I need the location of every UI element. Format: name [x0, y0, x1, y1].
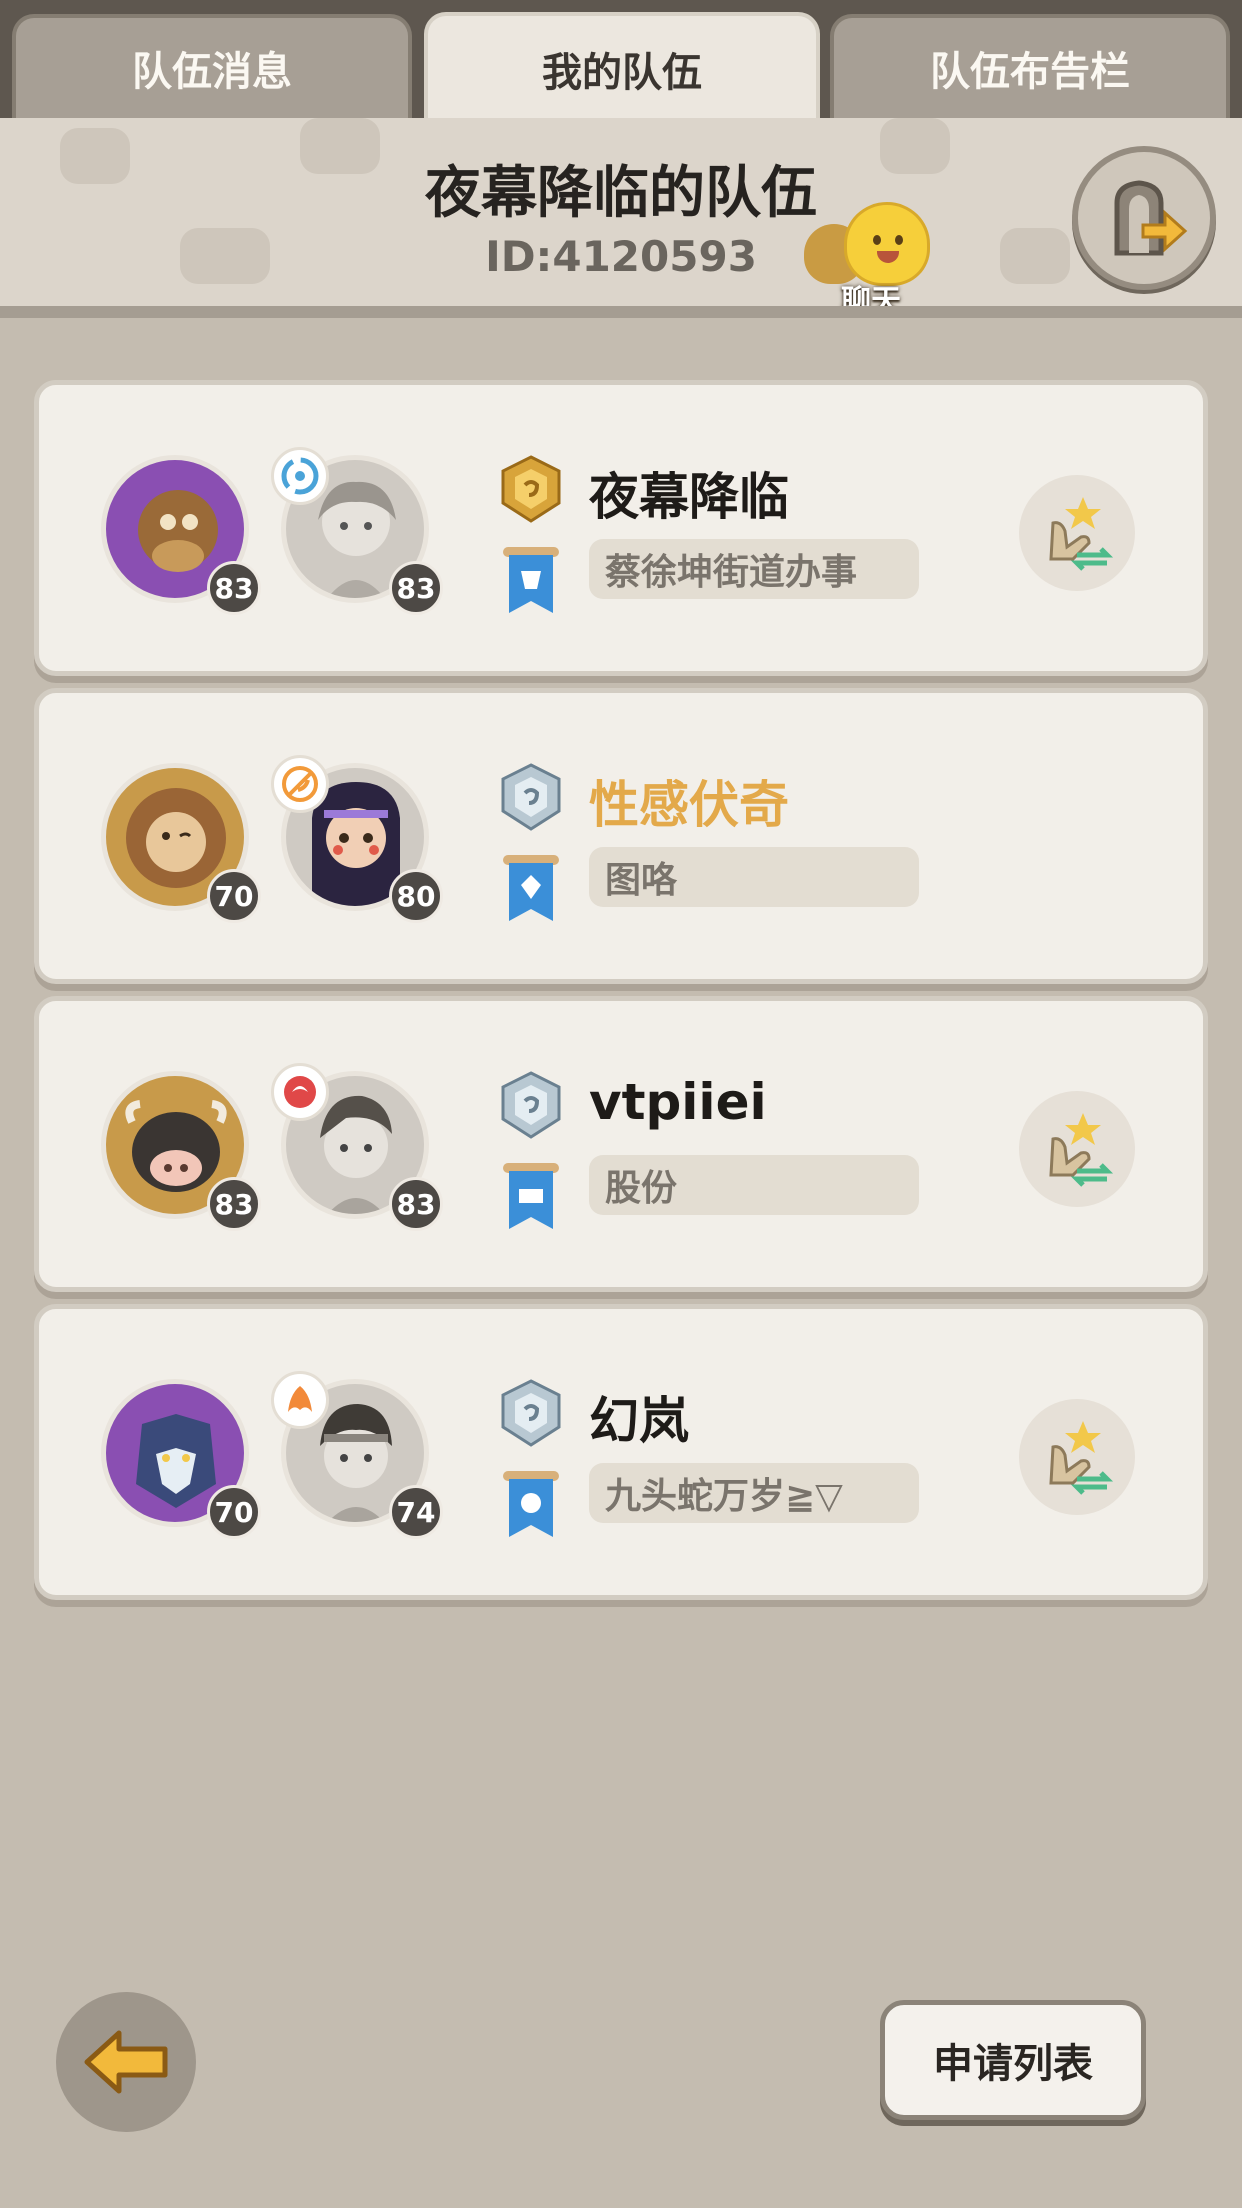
swap-leader-button[interactable]: [1019, 1091, 1135, 1207]
tab-bar: 队伍消息 我的队伍 队伍布告栏: [0, 0, 1242, 122]
pet-level-badge: 70: [207, 869, 261, 923]
member-card: 70 74 幻岚 九头蛇万岁≧▽: [34, 1304, 1208, 1600]
swap-hand-icon: [1049, 1421, 1114, 1495]
character-level-badge: 83: [389, 1177, 443, 1231]
apply-list-button[interactable]: 申请列表: [880, 2000, 1146, 2120]
back-arrow-icon: [84, 2030, 168, 2094]
member-title: 股份: [589, 1155, 919, 1215]
fire-element-icon: [271, 755, 329, 813]
character-level-badge: 80: [389, 869, 443, 923]
swap-leader-button[interactable]: [1019, 475, 1135, 591]
silver-rank-icon: [501, 763, 561, 831]
gold-rank-icon: [501, 455, 561, 523]
back-button[interactable]: [56, 1992, 196, 2132]
member-card: 83 83 vtpiiei 股份: [34, 996, 1208, 1292]
character-level-badge: 74: [389, 1485, 443, 1539]
tab-team-bulletin[interactable]: 队伍布告栏: [830, 14, 1230, 118]
water-element-icon: [271, 447, 329, 505]
team-id: ID:4120593: [485, 232, 757, 281]
tab-my-team[interactable]: 我的队伍: [424, 12, 820, 122]
member-name: vtpiiei: [589, 1073, 767, 1131]
fire-element-icon: [271, 1371, 329, 1429]
swap-leader-button[interactable]: [1019, 1399, 1135, 1515]
pet-level-badge: 83: [207, 1177, 261, 1231]
member-title: 九头蛇万岁≧▽: [589, 1463, 919, 1523]
member-name: 性感伏奇: [589, 776, 789, 834]
member-title: 蔡徐坤街道办事: [589, 539, 919, 599]
ribbon-badge-icon: [503, 1471, 559, 1537]
chat-button[interactable]: 聊天: [796, 190, 936, 306]
chat-mascot-icon: [844, 202, 930, 286]
dark-element-icon: [271, 1063, 329, 1121]
member-name: 夜幕降临: [589, 468, 789, 526]
member-name: 幻岚: [589, 1392, 689, 1450]
pet-level-badge: 70: [207, 1485, 261, 1539]
character-level-badge: 83: [389, 561, 443, 615]
member-title: 图咯: [589, 847, 919, 907]
pet-level-badge: 83: [207, 561, 261, 615]
team-header: 夜幕降临的队伍 ID:4120593 聊天: [0, 118, 1242, 318]
exit-team-button[interactable]: [1072, 146, 1216, 290]
swap-hand-icon: [1049, 497, 1114, 571]
team-name: 夜幕降临的队伍: [425, 161, 817, 226]
silver-rank-icon: [501, 1379, 561, 1447]
tab-team-messages[interactable]: 队伍消息: [12, 14, 412, 118]
member-card: 83 83 夜幕降临 蔡徐坤街道办事: [34, 380, 1208, 676]
silver-rank-icon: [501, 1071, 561, 1139]
chat-label: 聊天: [841, 284, 901, 318]
ribbon-badge-icon: [503, 547, 559, 613]
exit-door-icon: [1114, 180, 1188, 256]
ribbon-badge-icon: [503, 1163, 559, 1229]
member-card: 70 80 性感伏奇 图咯: [34, 688, 1208, 984]
swap-hand-icon: [1049, 1113, 1114, 1187]
ribbon-badge-icon: [503, 855, 559, 921]
